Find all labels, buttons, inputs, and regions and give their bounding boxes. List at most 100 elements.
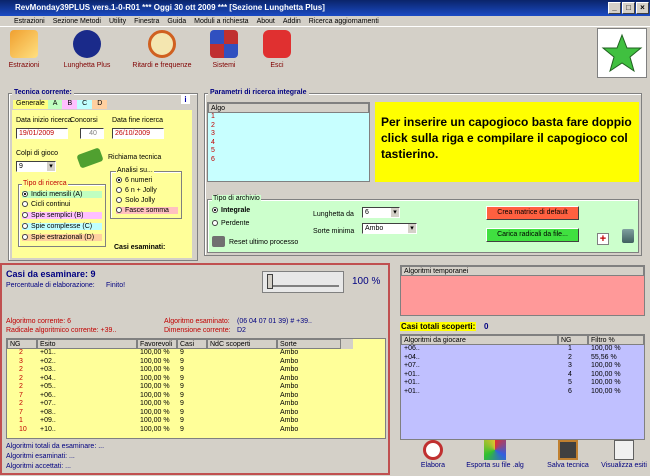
colpi-select[interactable]: 9 ▾ [16, 161, 56, 172]
table-row[interactable]: +01.. 6 100,00 % [401, 388, 644, 397]
richiama-tecnica[interactable]: Richiama tecnica [108, 154, 161, 161]
table-cell: 100,00 % [140, 383, 170, 390]
table-cell: 9 [180, 400, 184, 407]
table-cell: 100,00 % [140, 400, 170, 407]
menu-finestra[interactable]: Finestra [134, 18, 159, 25]
table-row[interactable]: +04.. 2 55,56 % [401, 354, 644, 363]
tab-generale[interactable]: Generale [13, 100, 48, 109]
reset-label[interactable]: Reset ultimo processo [229, 239, 298, 246]
menu-metodi[interactable]: Sezione Metodi [53, 18, 101, 25]
algo-row[interactable]: 6 [208, 156, 369, 165]
esiti-table[interactable]: NG Esito Favorevoli Casi NdC scoperti So… [6, 338, 386, 439]
data-fine-label: Data fine ricerca [112, 117, 163, 124]
table-row[interactable]: +07.. 3 100,00 % [401, 362, 644, 371]
radio-indici[interactable]: Indici mensili (A) [22, 191, 102, 198]
table-row[interactable]: 7 +06.. 100,00 % 9 Ambo [7, 392, 385, 401]
toolbar-estrazioni[interactable]: Estrazioni [4, 30, 44, 69]
visualizza-button[interactable]: Visualizza esiti [598, 440, 650, 469]
salva-button[interactable]: Salva tecnica [546, 440, 590, 469]
table-row[interactable]: +01.. 5 100,00 % [401, 379, 644, 388]
table-cell [207, 375, 277, 384]
toolbar-lunghetta[interactable]: Lunghetta Plus [56, 30, 118, 69]
table-row[interactable]: 7 +08.. 100,00 % 9 Ambo [7, 409, 385, 418]
radio-spie-semplici[interactable]: Spie semplici (B) [22, 212, 102, 219]
scrollbar[interactable] [341, 339, 353, 349]
table-row[interactable]: 3 +02.. 100,00 % 9 Ambo [7, 358, 385, 367]
menu-utility[interactable]: Utility [109, 18, 126, 25]
table-row[interactable]: 2 +07.. 100,00 % 9 Ambo [7, 400, 385, 409]
table-row[interactable]: 10 +10.. 100,00 % 9 Ambo [7, 426, 385, 435]
reset-icon[interactable] [212, 236, 225, 247]
table-row[interactable]: +06.. 1 100,00 % [401, 345, 644, 354]
table-cell: 100,00 % [591, 345, 621, 352]
temporanei-panel[interactable]: Algoritmi temporanei [400, 265, 645, 316]
tab-c[interactable]: C [77, 100, 93, 109]
radio-integrale[interactable]: Integrale [212, 207, 250, 214]
radio-icon [212, 207, 218, 214]
table-header: Algoritmi da giocare NG Filtro % [401, 335, 644, 345]
radio-spie-complesse[interactable]: Spie complesse (C) [22, 223, 102, 230]
table-cell: 9 [180, 417, 184, 424]
menu-estrazioni[interactable]: Estrazioni [14, 18, 45, 25]
data-fine-field[interactable]: 26/10/2009 [112, 128, 164, 139]
radio-solo-jolly[interactable]: Solo Jolly [116, 197, 155, 204]
algo-row[interactable]: 5 [208, 147, 369, 156]
lottery-icon [73, 30, 101, 58]
maximize-button[interactable]: □ [622, 2, 635, 14]
foot-esaminati: Algoritmi esaminati: ... [6, 453, 75, 460]
table-row[interactable]: 1 +09.. 100,00 % 9 Ambo [7, 417, 385, 426]
radio-perdente[interactable]: Perdente [212, 220, 249, 227]
table-row[interactable]: 2 +04.. 100,00 % 9 Ambo [7, 375, 385, 384]
algo-row[interactable]: 1 [208, 113, 369, 122]
perc-label: Percentuale di elaborazione: [6, 282, 95, 289]
radio-jolly[interactable]: 6 n + Jolly [116, 187, 157, 194]
radio-icon [116, 177, 122, 184]
info-icon[interactable]: i [181, 95, 190, 104]
esporta-button[interactable]: Esporta su file .alg [462, 440, 528, 469]
carica-radicali-button[interactable]: Carica radicali da file... [486, 228, 579, 242]
percent-text: 100 % [352, 276, 381, 287]
menu-addin[interactable]: Addin [283, 18, 301, 25]
minimize-button[interactable]: _ [608, 2, 621, 14]
algo-grid[interactable]: Algo 1 2 3 4 5 6 [207, 102, 370, 182]
radio-spie-estrazionali[interactable]: Spie estrazionali (D) [22, 234, 102, 241]
scoperti-table[interactable]: Algoritmi da giocare NG Filtro % +06.. 1 1… [400, 334, 645, 440]
radio-6-numeri[interactable]: 6 numeri [116, 177, 152, 184]
lunghetta-select[interactable]: 6 ▾ [362, 207, 400, 218]
algo-row[interactable]: 3 [208, 130, 369, 139]
table-row[interactable]: 2 +05.. 100,00 % 9 Ambo [7, 383, 385, 392]
table-cell: Ambo [280, 357, 299, 365]
pencil-icon [10, 30, 38, 58]
close-button[interactable]: × [636, 2, 649, 14]
menu-guida[interactable]: Guida [167, 18, 186, 25]
table-row[interactable]: +01.. 4 100,00 % [401, 371, 644, 380]
menu-moduli[interactable]: Moduli a richiesta [194, 18, 248, 25]
toolbar-esci[interactable]: Esci [260, 30, 294, 69]
add-icon[interactable]: + [597, 233, 609, 245]
table-cell: 100,00 % [140, 425, 170, 433]
table-row[interactable]: 2 +01.. 100,00 % 9 Ambo [7, 349, 385, 358]
radio-cicli[interactable]: Cicli continui [22, 201, 70, 208]
menu-aggiornamenti[interactable]: Ricerca aggiornamenti [309, 18, 379, 25]
radio-fasce-somma[interactable]: Fasce somma [116, 207, 178, 214]
menu-about[interactable]: About [257, 18, 275, 25]
trash-icon[interactable] [622, 229, 634, 243]
toolbar-ritardi[interactable]: Ritardi e frequenze [124, 30, 200, 69]
algo-row[interactable]: 4 [208, 139, 369, 148]
table-row[interactable]: 2 +03.. 100,00 % 9 Ambo [7, 366, 385, 375]
tab-a[interactable]: A [47, 100, 63, 109]
sorte-select[interactable]: Ambo ▾ [362, 223, 417, 234]
algo-row[interactable]: 2 [208, 122, 369, 131]
data-inizio-field[interactable]: 19/01/2009 [16, 128, 68, 139]
archivio-label: Tipo di archivio [212, 195, 261, 202]
temporanei-header: Algoritmi temporanei [401, 266, 644, 276]
tab-b[interactable]: B [62, 100, 78, 109]
crea-matrice-button[interactable]: Crea matrice di default [486, 206, 579, 220]
toolbar-sistemi[interactable]: Sistemi [204, 30, 244, 69]
elabora-button[interactable]: Elabora [412, 440, 454, 469]
radio-icon [22, 191, 28, 198]
tecnica-tabs: Generale A B C D [13, 100, 133, 109]
tab-d[interactable]: D [92, 100, 108, 109]
table-cell: 4 [568, 370, 572, 378]
star-logo-icon [597, 28, 647, 78]
